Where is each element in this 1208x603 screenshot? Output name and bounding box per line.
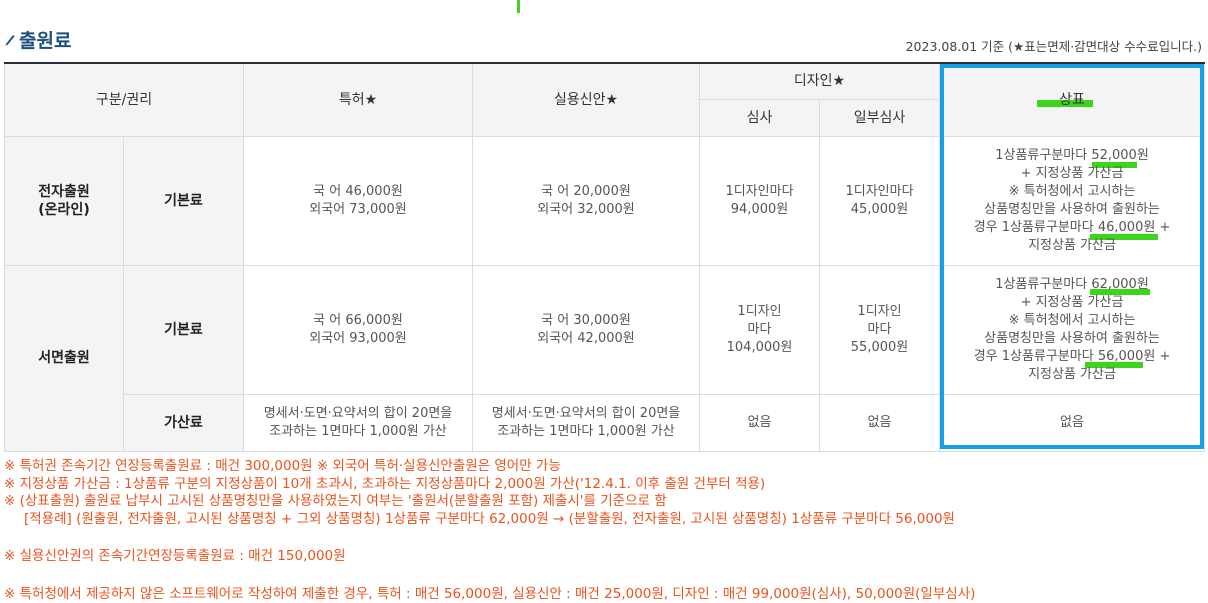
page-heading: 출원료 [4,26,71,52]
note-item: ※ 특허청에서 제공하지 않은 소프트웨어로 작성하여 제출한 경우, 특허 :… [4,585,976,602]
header-patent: 특허★ [243,62,473,137]
table-row: 가산료 명세서·도면·요약서의 합이 20면을 조과하는 1면마다 1,000원… [5,393,1206,452]
cell-design-partial: 없음 [818,393,941,452]
basis-date-note: 2023.08.01 기준 (★표는면제·감면대상 수수료입니다.) [905,39,1202,54]
row-type-basic-fee: 기본료 [123,264,244,395]
header-category: 구분/권리 [4,62,244,137]
note-item: ※ 지정상품 가산금 : 1상품류 구분의 지정상품이 10개 초과시, 초과하… [4,475,766,492]
header-design-exam: 심사 [699,98,820,137]
cell-trademark: 1상품류구분마다 62,000원 + 지정상품 가산금 ※ 특허청에서 고시하는… [939,264,1206,395]
note-item: ※ 실용신안권의 존속기간연장등록출원료 : 매건 150,000원 [4,548,346,564]
row-group-electronic: 전자출원 (온라인) [4,135,124,266]
cell-design-partial: 1디자인마다 45,000원 [818,135,941,266]
cell-utility: 명세서·도면·요약서의 합이 20면을 조과하는 1면마다 1,000원 가산 [472,393,700,452]
table-row: 서면출원 기본료 국 어 66,000원 외국어 93,000원 국 어 30,… [4,264,1206,452]
row-type-surcharge: 가산료 [123,393,244,452]
cell-trademark: 없음 [939,393,1206,452]
note-item: [적용례] (원출원, 전자출원, 고시된 상품명칭 + 그외 상품명칭) 1상… [24,510,955,527]
cell-patent: 국 어 66,000원 외국어 93,000원 [243,264,473,395]
row-type-basic-fee: 기본료 [123,135,244,266]
green-marker-top [517,0,520,13]
cell-design-exam: 1디자인마다 94,000원 [699,135,820,266]
note-item: ※ (상표출원) 출원료 납부시 고시된 상품명칭만을 사용하였는지 여부는 '… [4,493,667,509]
cell-design-exam: 1디자인 마다 104,000원 [699,264,820,395]
cell-utility: 국 어 30,000원 외국어 42,000원 [472,264,700,395]
cell-patent: 명세서·도면·요약서의 합이 20면을 조과하는 1면마다 1,000원 가산 [243,393,473,452]
cell-utility: 국 어 20,000원 외국어 32,000원 [472,135,700,266]
header-trademark: 상표 [1059,91,1085,108]
fee-table: 구분/권리 특허★ 실용신안★ 디자인★ 상표 심사 일부심사 전자출원 (온라… [4,62,1206,452]
header-design: 디자인★ [698,62,941,100]
pencil-icon [5,35,15,46]
table-row: 전자출원 (온라인) 기본료 국 어 46,000원 외국어 73,000원 국… [4,135,1206,266]
note-item: ※ 특허권 존속기간 연장등록출원료 : 매건 300,000원 ※ 외국어 특… [4,458,561,474]
cell-patent: 국 어 46,000원 외국어 73,000원 [243,135,473,266]
cell-trademark: 1상품류구분마다 52,000원 + 지정상품 가산금 ※ 특허청에서 고시하는… [939,135,1206,266]
cell-design-exam: 없음 [699,393,820,452]
page-title: 출원료 [19,29,72,52]
notes-section: ※ 특허권 존속기간 연장등록출원료 : 매건 300,000원 ※ 외국어 특… [4,458,975,603]
header-design-partial: 일부심사 [818,98,941,137]
cell-design-partial: 1디자인 마다 55,000원 [818,264,941,395]
row-group-paper: 서면출원 [4,264,124,452]
header-utility: 실용신안★ [472,62,700,137]
header-trademark-cell: 상표 [939,62,1206,137]
